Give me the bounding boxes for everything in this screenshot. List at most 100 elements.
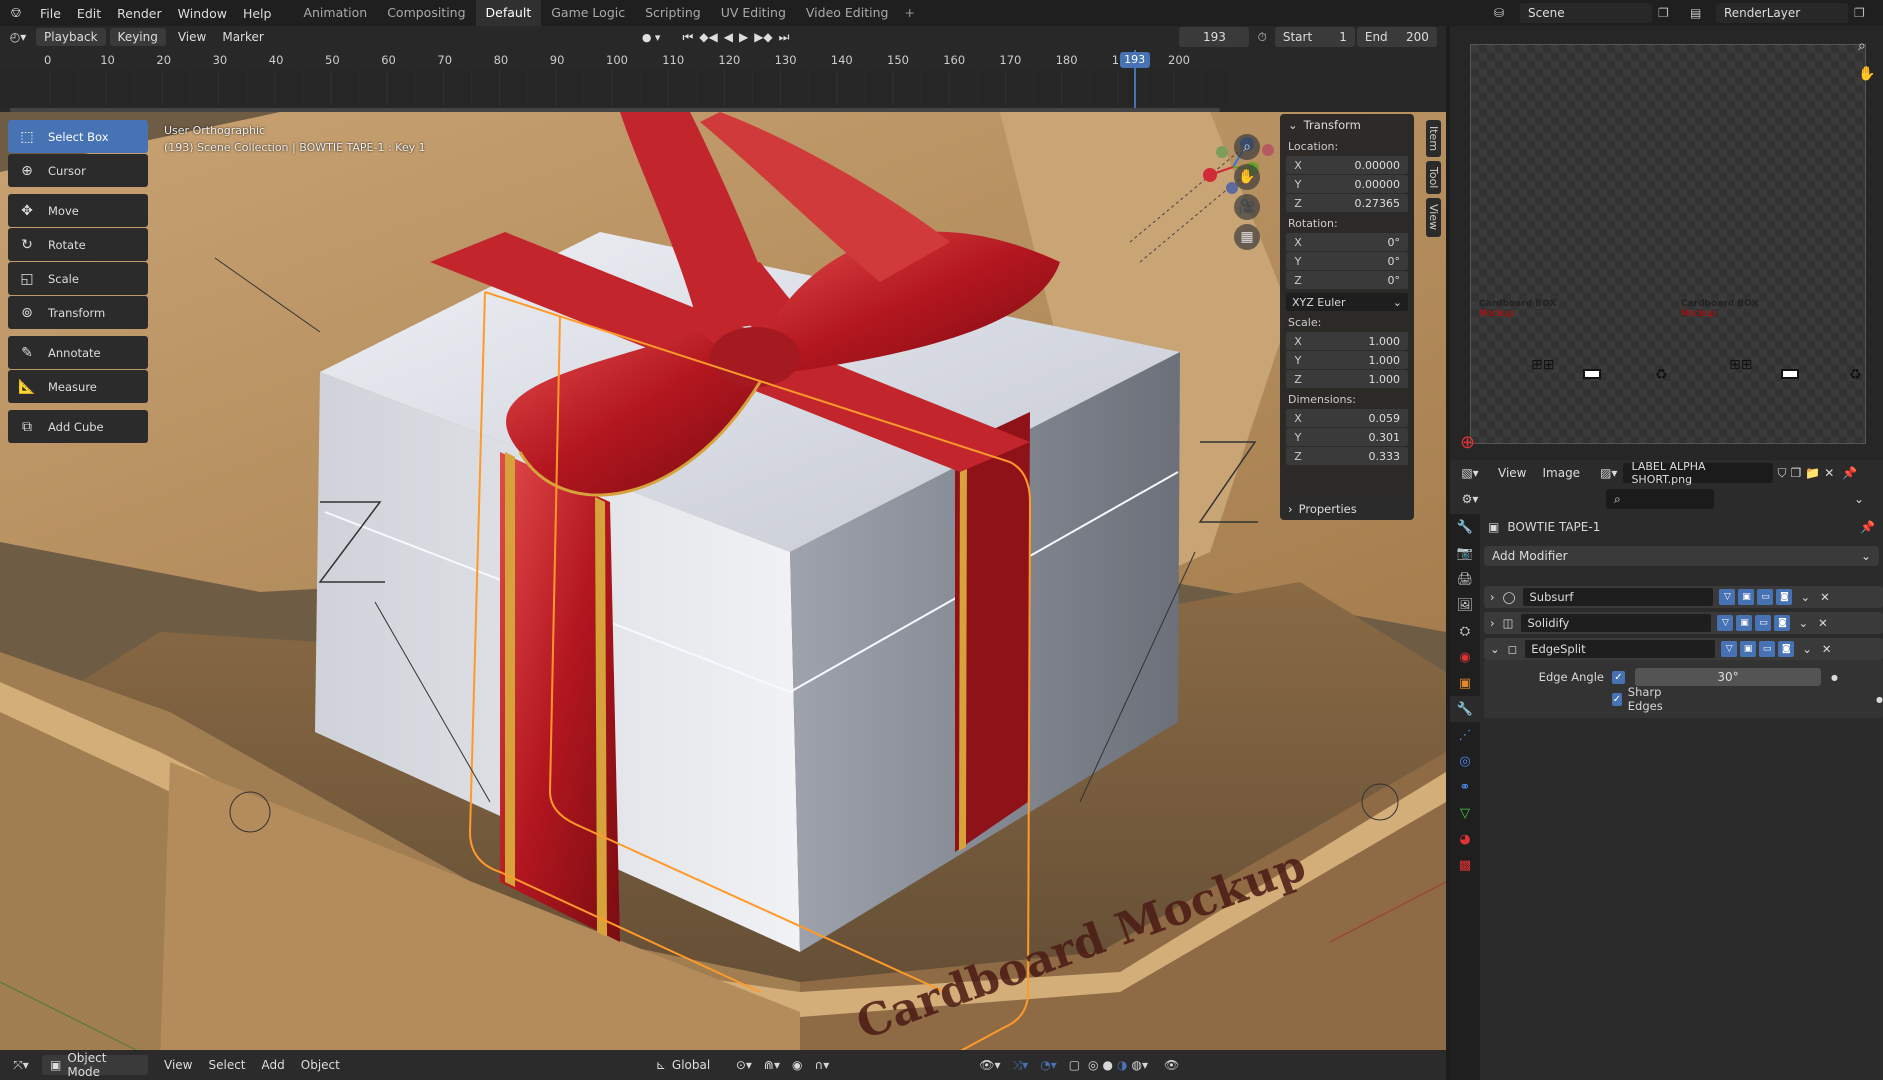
shading-solid-icon[interactable]: ●: [1103, 1058, 1113, 1072]
new-scene-icon[interactable]: ❐: [1658, 6, 1669, 20]
editor-type-icon[interactable]: ▧▾: [1450, 466, 1490, 480]
texture-tab-icon[interactable]: ▩: [1450, 852, 1480, 878]
modifier-solidify[interactable]: › ◫ Solidify ▽ ▣ ▭ ◙ ⌄ ✕: [1484, 612, 1883, 634]
sharp-edges-checkbox[interactable]: ✓: [1612, 692, 1622, 706]
view-menu[interactable]: View: [170, 30, 214, 44]
viewport-icon[interactable]: ▭: [1759, 641, 1776, 657]
location-z-field[interactable]: Z 0.27365: [1286, 194, 1408, 212]
chevron-down-icon[interactable]: ⌄: [1800, 590, 1810, 604]
overlay-icon[interactable]: ◔▾: [1040, 1058, 1057, 1072]
visibility-icon[interactable]: 👁▾: [979, 1058, 1000, 1072]
3d-viewport[interactable]: Cardboard Mockup: [0, 112, 1446, 1062]
editor-type-icon[interactable]: ⤧▾: [0, 1058, 42, 1073]
new-layer-icon[interactable]: ❐: [1854, 6, 1865, 20]
tool-move[interactable]: ✥ Move: [8, 194, 148, 227]
modifier-subsurf[interactable]: › ◯ Subsurf ▽ ▣ ▭ ◙ ⌄ ✕: [1484, 586, 1883, 608]
tool-rotate[interactable]: ↻ Rotate: [8, 228, 148, 261]
snap-icon[interactable]: ⋒▾: [764, 1058, 780, 1072]
editor-type-icon[interactable]: ⚙▾: [1450, 492, 1490, 506]
transform-header[interactable]: ⌄ Transform: [1280, 114, 1414, 136]
viewport-icon[interactable]: ▭: [1757, 589, 1774, 605]
dimensions-x-field[interactable]: X 0.059: [1286, 409, 1408, 427]
timeline-tracks[interactable]: [0, 70, 1231, 106]
material-tab-icon[interactable]: ◕: [1450, 826, 1480, 852]
data-tab-icon[interactable]: ▽: [1450, 800, 1480, 826]
render-layer-selector[interactable]: ▤ RenderLayer ❐: [1690, 2, 1880, 24]
scale-y-field[interactable]: Y 1.000: [1286, 351, 1408, 369]
image-name-field[interactable]: LABEL ALPHA SHORT.png: [1623, 460, 1774, 486]
physics-tab-icon[interactable]: ◎: [1450, 748, 1480, 774]
tool-transform[interactable]: ⊚ Transform: [8, 296, 148, 329]
viewport-icon[interactable]: ▭: [1755, 615, 1772, 631]
play-icon[interactable]: ▶: [739, 30, 748, 44]
add-modifier-button[interactable]: Add Modifier ⌄: [1484, 546, 1879, 566]
playhead-frame-label[interactable]: 193: [1119, 52, 1150, 68]
end-frame-field[interactable]: End 200: [1356, 27, 1437, 47]
shading-material-icon[interactable]: ◑: [1117, 1058, 1127, 1072]
shading-rendered-icon[interactable]: ◍▾: [1131, 1058, 1148, 1072]
menu-file[interactable]: File: [32, 6, 69, 21]
start-frame-field[interactable]: Start 1: [1274, 27, 1355, 47]
modifier-name-field[interactable]: Solidify: [1521, 614, 1712, 632]
chevron-down-icon[interactable]: ⌄: [1854, 492, 1864, 506]
keying-menu[interactable]: Keying: [109, 28, 166, 46]
pan-hand-icon[interactable]: ✋: [1858, 66, 1875, 82]
scene-selector[interactable]: ⛁ Scene ❐: [1494, 2, 1676, 24]
tab-item[interactable]: Item: [1426, 120, 1441, 158]
tab-animation[interactable]: Animation: [293, 0, 377, 26]
menu-select[interactable]: Select: [200, 1058, 253, 1072]
stopwatch-icon[interactable]: ⏱: [1257, 30, 1266, 45]
jump-end-icon[interactable]: ⏭: [779, 30, 790, 45]
menu-render[interactable]: Render: [109, 6, 170, 21]
scene-tab-icon[interactable]: ⛭: [1450, 618, 1480, 644]
blender-logo-icon[interactable]: ⎊: [0, 5, 32, 21]
render-tab-icon[interactable]: 📷: [1450, 540, 1480, 566]
menu-add[interactable]: Add: [254, 1058, 293, 1072]
view-layer-tab-icon[interactable]: 🖼: [1450, 592, 1480, 618]
dimensions-y-field[interactable]: Y 0.301: [1286, 428, 1408, 446]
rotation-mode-select[interactable]: XYZ Euler ⌄: [1286, 293, 1408, 311]
render-icon[interactable]: ◙: [1776, 589, 1793, 605]
pin-icon[interactable]: 📌: [1860, 520, 1883, 534]
tool-measure[interactable]: 📐 Measure: [8, 370, 148, 403]
modifier-tab-icon[interactable]: 🔧: [1450, 696, 1480, 722]
edge-angle-checkbox[interactable]: ✓: [1612, 670, 1625, 684]
play-reverse-icon[interactable]: ◀: [724, 30, 733, 44]
menu-edit[interactable]: Edit: [69, 6, 109, 21]
modifier-edgesplit[interactable]: ⌄ ◻ EdgeSplit ▽ ▣ ▭ ◙ ⌄ ✕: [1484, 638, 1883, 660]
jump-start-icon[interactable]: ⏮: [682, 30, 693, 45]
render-layer-field[interactable]: RenderLayer: [1716, 3, 1848, 23]
cage-icon[interactable]: ▽: [1721, 641, 1738, 657]
menu-view[interactable]: View: [156, 1058, 200, 1072]
editmode-icon[interactable]: ▣: [1740, 641, 1757, 657]
tool-scale[interactable]: ◱ Scale: [8, 262, 148, 295]
tool-tab-icon[interactable]: 🔧: [1450, 514, 1480, 540]
close-icon[interactable]: ✕: [1822, 642, 1832, 656]
tab-view[interactable]: View: [1426, 198, 1441, 237]
tab-game-logic[interactable]: Game Logic: [541, 0, 635, 26]
properties-header[interactable]: › Properties: [1280, 498, 1414, 520]
prev-keyframe-icon[interactable]: ◆◀: [699, 30, 717, 44]
keyframe-dot-icon[interactable]: ●: [1876, 695, 1883, 704]
ortho-grid-icon[interactable]: ▦: [1234, 224, 1260, 250]
pivot-icon[interactable]: ⊙▾: [736, 1058, 752, 1072]
mode-select[interactable]: ▣ Object Mode: [42, 1051, 148, 1079]
menu-object[interactable]: Object: [293, 1058, 348, 1072]
object-tab-icon[interactable]: ▣: [1450, 670, 1480, 696]
tab-uv-editing[interactable]: UV Editing: [711, 0, 796, 26]
output-tab-icon[interactable]: 🖨: [1450, 566, 1480, 592]
image-browse-icon[interactable]: ▨▾: [1600, 466, 1617, 480]
tool-add-cube[interactable]: ⧉ Add Cube: [8, 410, 148, 443]
pin-icon[interactable]: 📌: [1842, 466, 1857, 480]
chevron-down-icon[interactable]: ⌄: [1798, 616, 1808, 630]
chevron-down-icon[interactable]: ⌄: [1490, 642, 1500, 656]
view-layer-visibility-icon[interactable]: 👁: [1164, 1058, 1179, 1072]
location-y-field[interactable]: Y 0.00000: [1286, 175, 1408, 193]
menu-help[interactable]: Help: [235, 6, 280, 21]
add-workspace-icon[interactable]: +: [898, 0, 920, 26]
tab-video-editing[interactable]: Video Editing: [796, 0, 899, 26]
shading-wireframe-icon[interactable]: ◎: [1088, 1058, 1098, 1072]
record-icon[interactable]: ● ▾: [642, 31, 661, 44]
image-canvas[interactable]: Cardboard BOX Mockup Cardboard BOX Mocku…: [1470, 44, 1866, 444]
tab-default[interactable]: Default: [475, 0, 542, 26]
